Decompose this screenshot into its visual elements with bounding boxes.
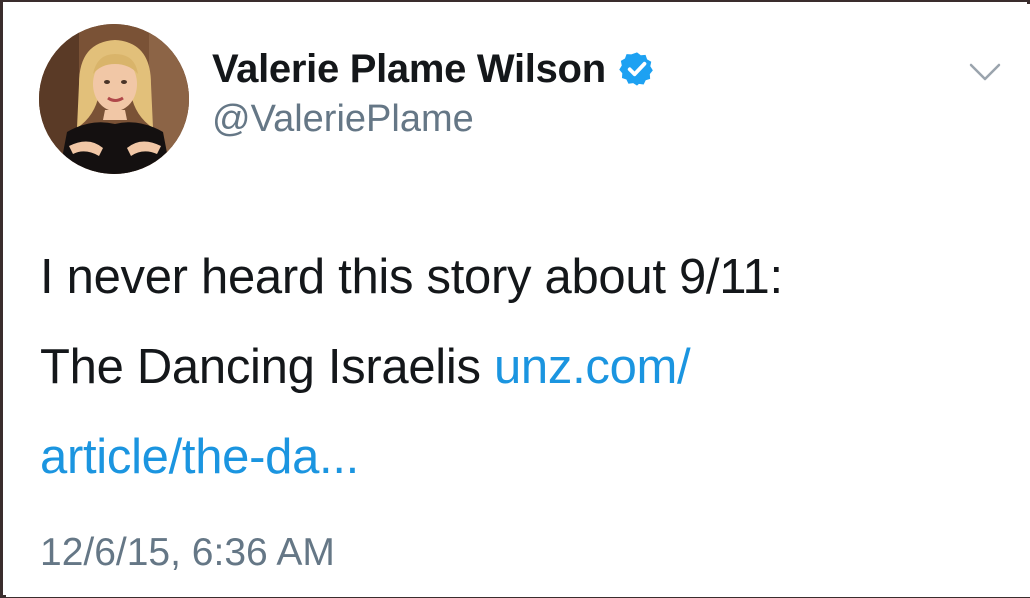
tweet-text-line-1: I never heard this story about 9/11:	[40, 250, 783, 304]
user-handle[interactable]: @ValeriePlame	[212, 98, 656, 141]
tweet-card: Valerie Plame Wilson @ValeriePlame I nev…	[6, 4, 1030, 597]
article-link-part-1[interactable]: unz.com/	[494, 340, 691, 394]
display-name[interactable]: Valerie Plame Wilson	[212, 47, 606, 92]
tweet-text-plain: The Dancing Israelis	[40, 340, 494, 394]
profile-photo	[39, 24, 189, 174]
verified-badge-icon	[618, 50, 656, 88]
tweet-text-line-2: The Dancing Israelis unz.com/	[40, 322, 1000, 412]
screenshot-frame: Valerie Plame Wilson @ValeriePlame I nev…	[0, 0, 1030, 598]
tweet-text-line-3: article/the-da...	[40, 412, 1000, 502]
chevron-down-icon[interactable]	[968, 60, 1002, 84]
avatar[interactable]	[39, 24, 189, 174]
name-row: Valerie Plame Wilson	[212, 44, 656, 94]
tweet-body: I never heard this story about 9/11: The…	[40, 232, 1000, 502]
tweet-timestamp[interactable]: 12/6/15, 6:36 AM	[40, 531, 335, 575]
article-link-part-2[interactable]: article/the-da...	[40, 430, 359, 484]
tweet-header: Valerie Plame Wilson @ValeriePlame	[212, 44, 656, 141]
